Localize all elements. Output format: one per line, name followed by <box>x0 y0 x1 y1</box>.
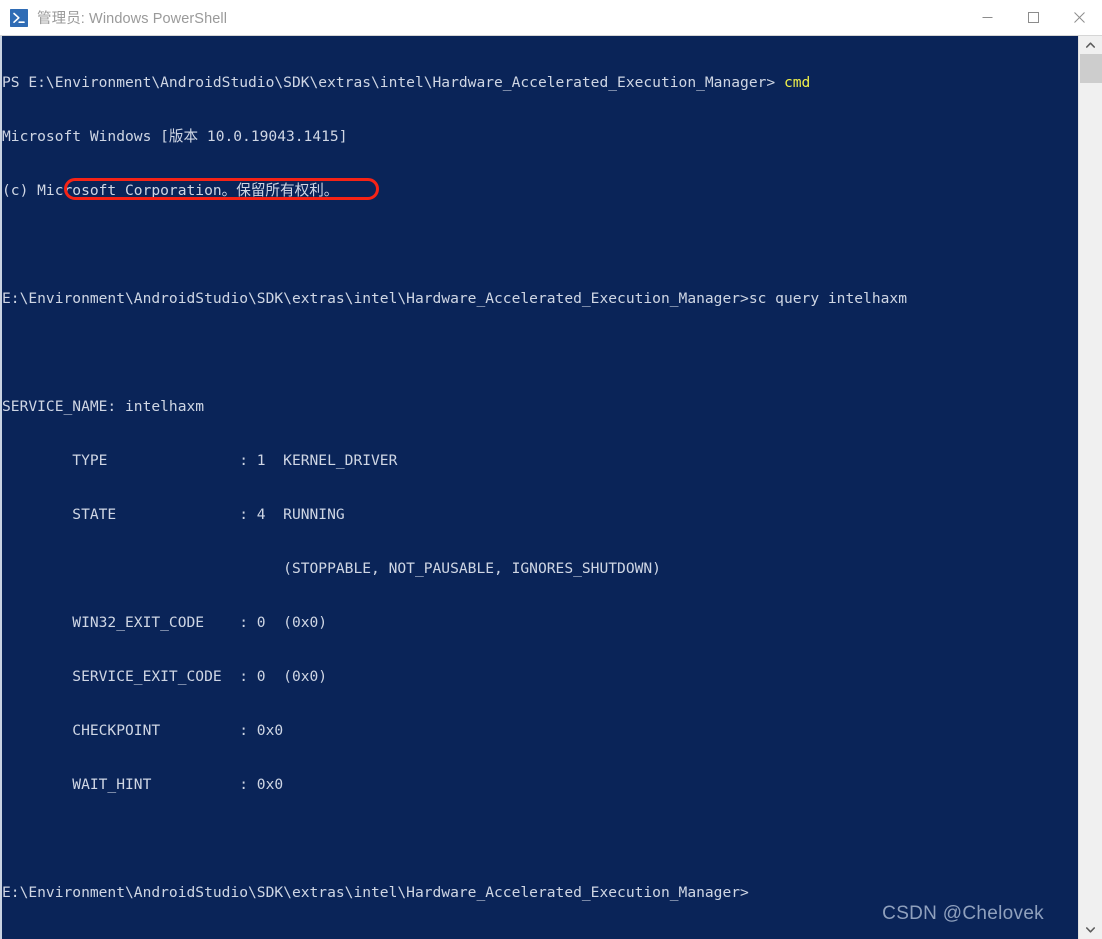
close-icon <box>1073 12 1085 23</box>
terminal-line: CHECKPOINT : 0x0 <box>2 722 284 739</box>
scroll-up-button[interactable] <box>1079 36 1102 54</box>
terminal-line: (c) Microsoft Corporation。保留所有权利。 <box>2 182 339 199</box>
terminal-line-highlight: cmd <box>783 74 811 91</box>
maximize-button[interactable] <box>1010 0 1056 35</box>
console-text-region[interactable]: PS E:\Environment\AndroidStudio\SDK\extr… <box>2 36 1078 939</box>
chevron-down-icon <box>1086 927 1095 933</box>
terminal-line: E:\Environment\AndroidStudio\SDK\extras\… <box>2 290 907 307</box>
terminal-line: PS E:\Environment\AndroidStudio\SDK\extr… <box>2 74 907 92</box>
powershell-window: 管理员: Windows PowerShell PS E:\Environmen… <box>0 0 1102 939</box>
terminal-output: PS E:\Environment\AndroidStudio\SDK\extr… <box>2 38 907 938</box>
minimize-button[interactable] <box>964 0 1010 35</box>
terminal-line: (STOPPABLE, NOT_PAUSABLE, IGNORES_SHUTDO… <box>2 560 661 577</box>
terminal-line: SERVICE_NAME: intelhaxm <box>2 398 205 415</box>
terminal-line: TYPE : 1 KERNEL_DRIVER <box>2 452 398 469</box>
terminal-line: WAIT_HINT : 0x0 <box>2 776 284 793</box>
csdn-watermark: CSDN @Chelovek <box>882 903 1044 924</box>
minimize-icon <box>982 17 992 18</box>
maximize-icon <box>1027 12 1039 23</box>
close-button[interactable] <box>1056 0 1102 35</box>
terminal-line-text: PS E:\Environment\AndroidStudio\SDK\extr… <box>2 74 784 91</box>
terminal-line-prompt: E:\Environment\AndroidStudio\SDK\extras\… <box>2 884 749 901</box>
scroll-down-button[interactable] <box>1079 921 1102 939</box>
window-controls <box>964 0 1102 35</box>
console-area[interactable]: PS E:\Environment\AndroidStudio\SDK\extr… <box>0 36 1102 939</box>
terminal-line: SERVICE_EXIT_CODE : 0 (0x0) <box>2 668 328 685</box>
powershell-icon <box>10 8 28 27</box>
terminal-line: Microsoft Windows [版本 10.0.19043.1415] <box>2 128 348 145</box>
terminal-line: WIN32_EXIT_CODE : 0 (0x0) <box>2 614 328 631</box>
vertical-scrollbar[interactable] <box>1078 36 1102 939</box>
chevron-up-icon <box>1086 42 1095 48</box>
terminal-line-state: STATE : 4 RUNNING <box>2 506 345 523</box>
scrollbar-thumb[interactable] <box>1080 54 1102 83</box>
window-title: 管理员: Windows PowerShell <box>37 11 228 27</box>
window-titlebar[interactable]: 管理员: Windows PowerShell <box>0 0 1102 36</box>
